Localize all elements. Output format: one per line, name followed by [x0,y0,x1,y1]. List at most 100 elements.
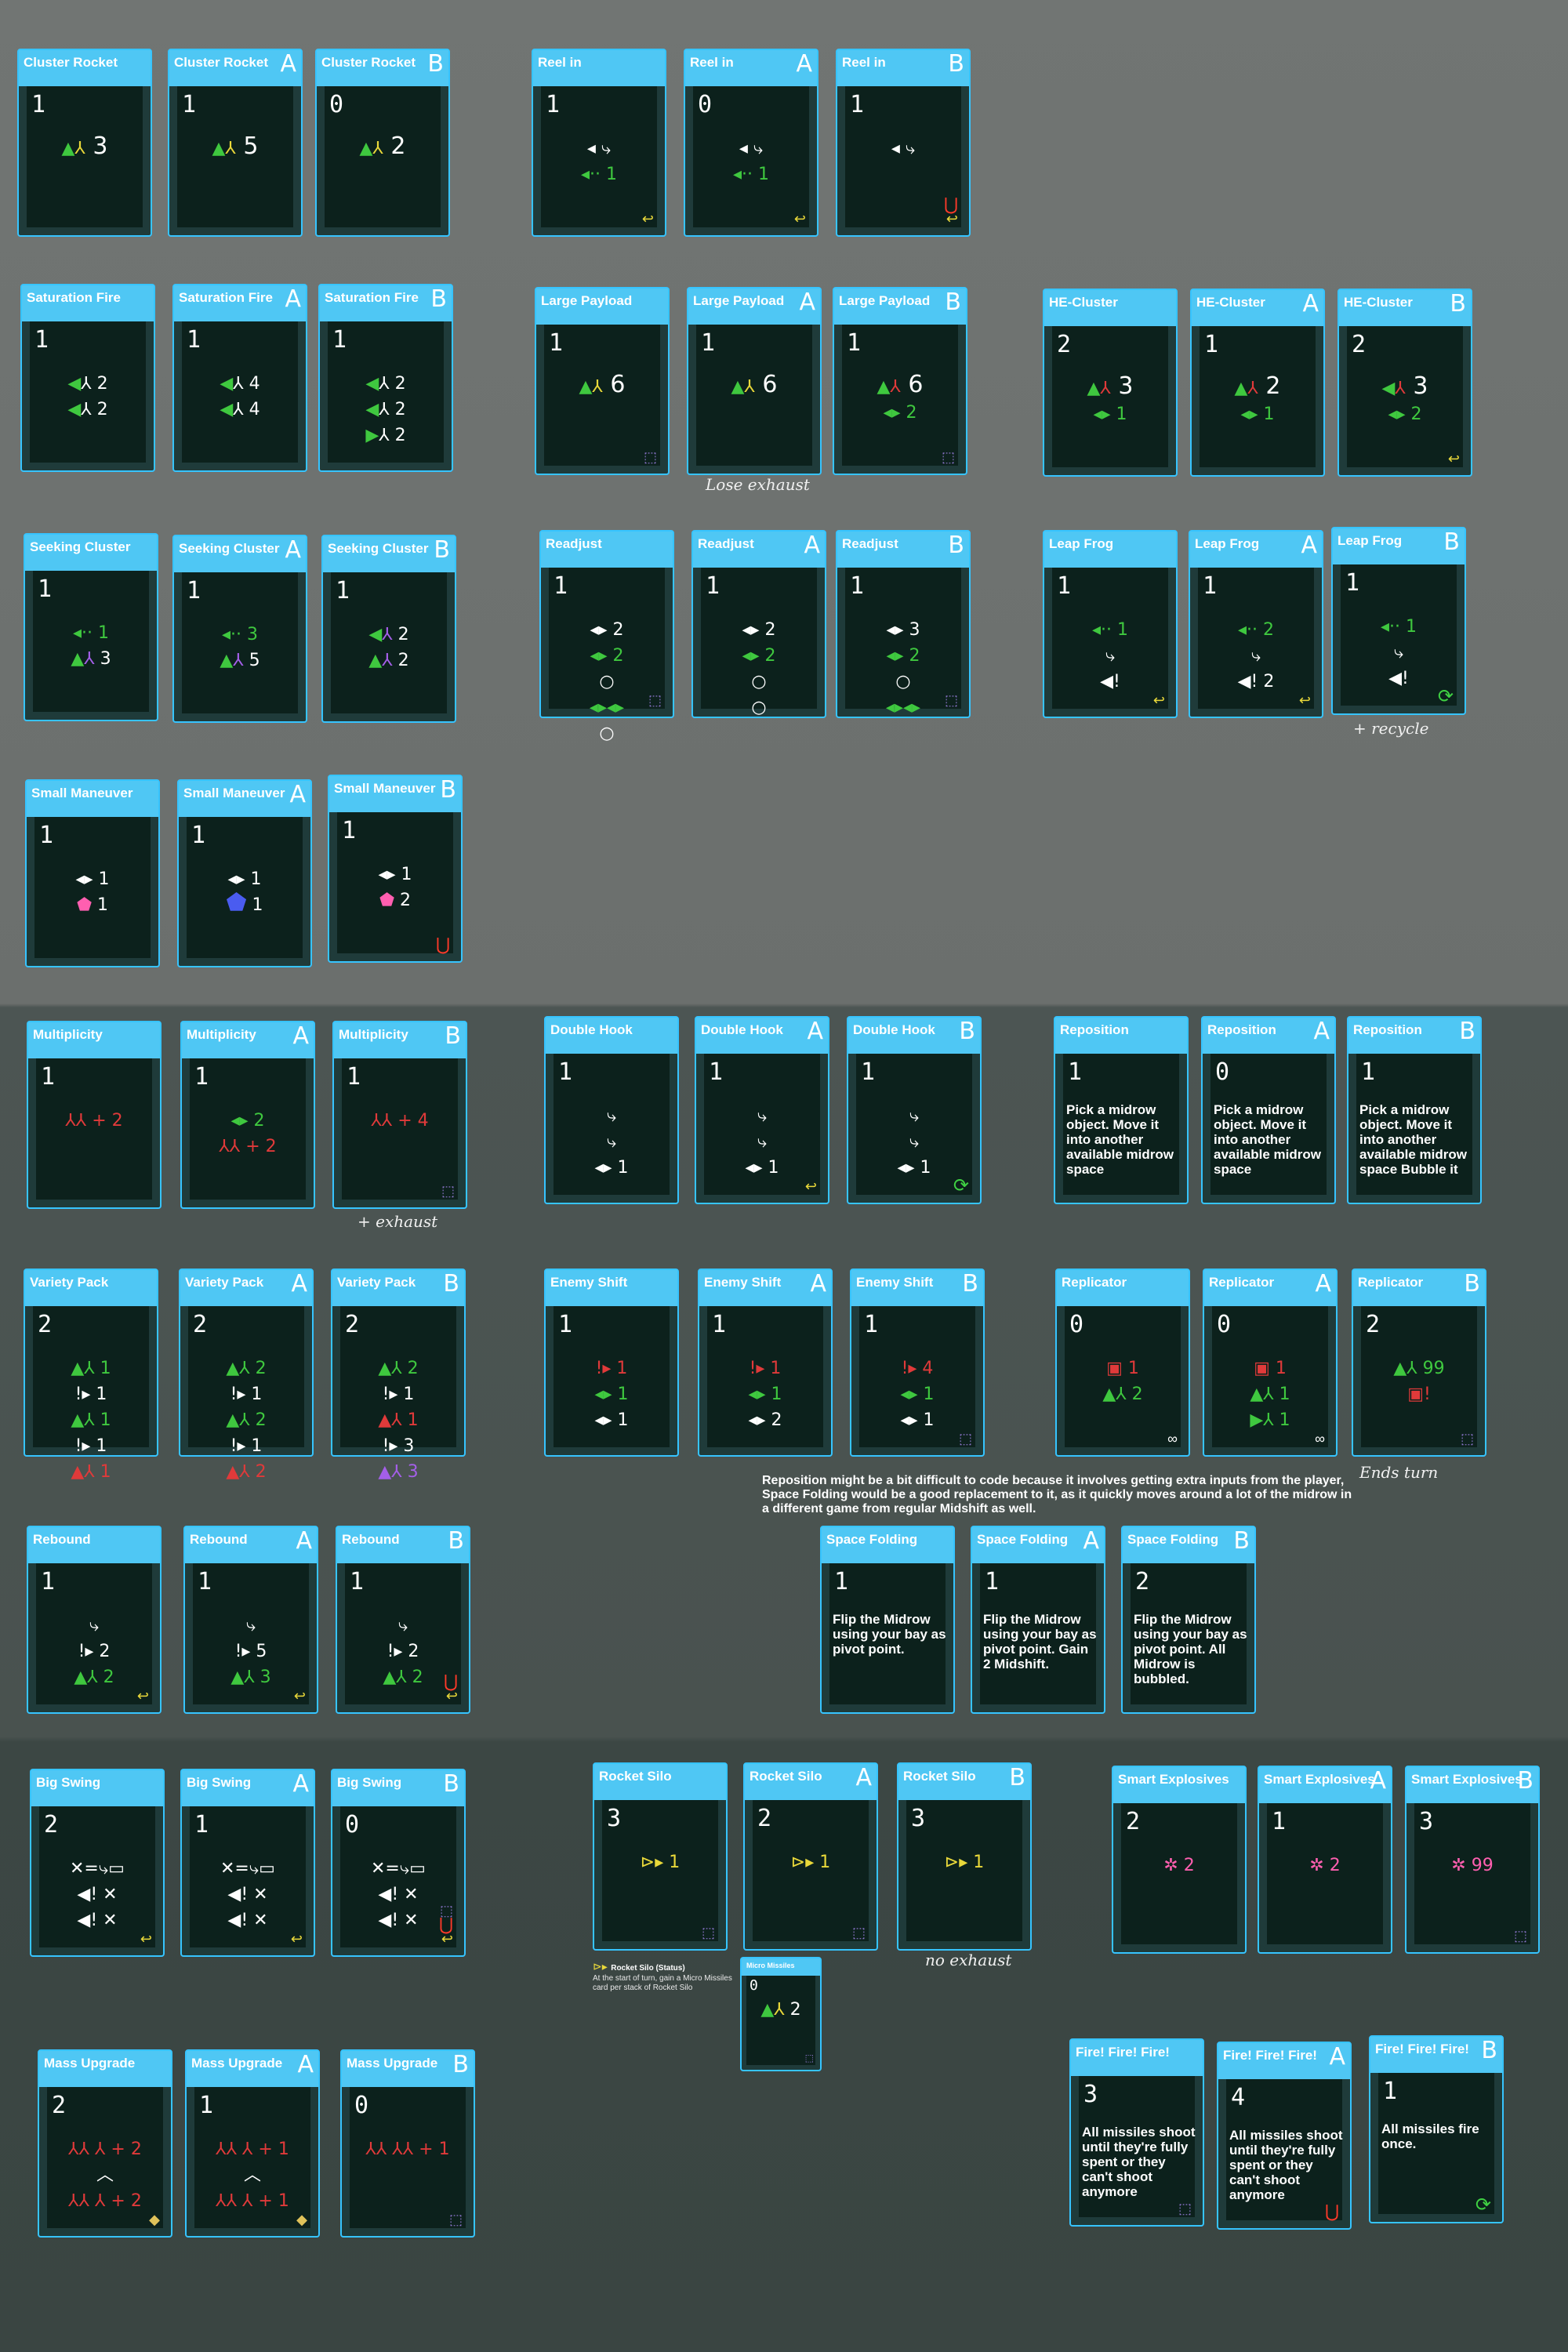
effect-segment: ◂▸ 1 [900,1385,935,1404]
card[interactable]: Large Payload B 1 ▲⅄ 6 ◂▸ 2 ⬚ [833,287,967,475]
card[interactable]: Smart Explosives 2 ✲ 2 [1112,1766,1247,1954]
card[interactable]: Enemy Shift 1 !▸ 1 ◂▸ 1 ◂▸ 1 [544,1269,679,1457]
card[interactable]: HE-Cluster A 1 ▲⅄ 2 ◂▸ 1 [1190,289,1325,477]
card[interactable]: Rocket Silo 3 ⊳▸ 1 ⬚ [593,1762,728,1951]
effect-segment: ◂▸ 2 [883,403,917,423]
card-header: Replicator [1057,1270,1189,1306]
card[interactable]: Leap Frog A 1 ◂·· 2 ⤷ ◀! 2 ↩ [1189,530,1323,718]
card[interactable]: Mass Upgrade A 1 ⅄⅄ ⅄ + 1 ︿ ⅄⅄ ⅄ + 1 ◆ [185,2049,320,2238]
card-header: Variety Pack A [180,1270,312,1306]
card-variant: B [430,285,447,313]
card-cost: 1 [546,91,561,118]
retain-icon: ↩ [140,1931,152,1947]
card[interactable]: Replicator 0 ▣ 1 ▲⅄ 2 ∞ [1055,1269,1190,1457]
card[interactable]: Readjust B 1 ◂▸ 3 ◂▸ 2 ○ ◂▸◂▸ ⬚ [836,530,971,718]
card[interactable]: Saturation Fire B 1 ◀⅄ 2 ◀⅄ 2 ▶⅄ 2 [318,284,453,472]
card[interactable]: Double Hook B 1 ⤷ ⤷ ◂▸ 1 ⟳ [847,1016,982,1204]
card[interactable]: Multiplicity 1 ⅄⅄ + 2 [27,1021,162,1209]
card[interactable]: Enemy Shift B 1 !▸ 4 ◂▸ 1 ◂▸ 1 ⬚ [850,1269,985,1457]
card-title: Reposition [1353,1022,1422,1037]
card[interactable]: Small Maneuver A 1 ◂▸ 1 ⬟ 1 [177,779,312,967]
card[interactable]: Space Folding A 1 Flip the Midrow using you… [971,1526,1105,1714]
card[interactable]: Reel in A 0 ◂ ⤷ ◂·· 1 ↩ [684,49,818,237]
card[interactable]: HE-Cluster B 2 ◀⅄ 3 ◂▸ 2 ↩ [1338,289,1472,477]
effect-segment: ⤷ [757,1132,768,1152]
card[interactable]: Large Payload A 1 ▲⅄ 6 [687,287,822,475]
card[interactable]: Space Folding 1 Flip the Midrow using your… [820,1526,955,1714]
card[interactable]: Variety Pack B 2 ▲⅄ 2 !▸ 1 ▲⅄ 1 !▸ 3 ▲⅄ 3 [331,1269,466,1482]
card-effect: ⅄⅄ ⅄ + 1 ︿ ⅄⅄ ⅄ + 1 [194,2136,310,2213]
card[interactable]: Big Swing A 1 ✕=⤷▭ ◀! ✕ ◀! ✕ ↩ [180,1769,315,1957]
card[interactable]: Fire! Fire! Fire! A 4 All missiles shoot un… [1217,2042,1352,2230]
card[interactable]: Fire! Fire! Fire! 3 All missiles shoot unt… [1069,2038,1204,2227]
card-title: Smart Explosives [1264,1772,1375,1787]
effect-segment: ⅄⅄ ⅄⅄ + 1 [365,2140,450,2159]
card[interactable]: Double Hook 1 ⤷ ⤷ ◂▸ 1 [544,1016,679,1204]
card[interactable]: Seeking Cluster 1 ◂·· 1 ▲⅄ 3 [24,533,158,721]
card[interactable]: Reposition 1 Pick a midrow object. Move it… [1054,1016,1189,1204]
effect-segment: ◂▸ 1 [75,869,110,889]
card[interactable]: Multiplicity A 1 ◂▸ 2 ⅄⅄ + 2 [180,1021,315,1209]
card[interactable]: Cluster Rocket B 0 ▲⅄ 2 [315,49,450,237]
card[interactable]: Readjust 1 ◂▸ 2 ◂▸ 2 ○ ◂▸◂▸ ○ ⬚ [539,530,674,743]
effect-segment: ◂▸ 2 [590,646,624,666]
card[interactable]: Rocket Silo A 2 ⊳▸ 1 ⬚ [743,1762,878,1951]
card[interactable]: Big Swing B 0 ✕=⤷▭ ◀! ✕ ◀! ✕ ⬚ ⋃ ↩ [331,1769,466,1957]
card[interactable]: Replicator A 0 ▣ 1 ▲⅄ 1 ▶⅄ 1 ∞ [1203,1269,1338,1457]
card[interactable]: Double Hook A 1 ⤷ ⤷ ◂▸ 1 ↩ [695,1016,829,1204]
card[interactable]: Leap Frog 1 ◂·· 1 ⤷ ◀! ↩ [1043,530,1178,718]
card[interactable]: Enemy Shift A 1 !▸ 1 ◂▸ 1 ◂▸ 2 [698,1269,833,1457]
card-effect: ⊳▸ 1 [753,1849,869,1875]
card-header: Variety Pack B [332,1270,464,1306]
retain-icon: ↩ [1298,692,1311,708]
card[interactable]: Mass Upgrade 2 ⅄⅄ ⅄ + 2 ︿ ⅄⅄ ⅄ + 2 ◆ [38,2049,172,2238]
card[interactable]: Rebound 1 ⤷ !▸ 2 ▲⅄ 2 ↩ [27,1526,162,1714]
card-variant: A [1315,1270,1331,1298]
card-cost: 0 [1215,1058,1230,1086]
card-title: Rebound [342,1532,400,1547]
card[interactable]: Reel in 1 ◂ ⤷ ◂·· 1 ↩ [532,49,666,237]
card[interactable]: Seeking Cluster B 1 ◀⅄ 2 ▲⅄ 2 [321,535,456,723]
card[interactable]: Space Folding B 2 Flip the Midrow using you… [1121,1526,1256,1714]
card[interactable]: Small Maneuver B 1 ◂▸ 1 ⬟ 2 ⋃ [328,775,463,963]
effect-segment: ◀ [368,625,383,644]
card[interactable]: Cluster Rocket 1 ▲⅄ 3 [17,49,152,237]
card[interactable]: Big Swing 2 ✕=⤷▭ ◀! ✕ ◀! ✕ ↩ [30,1769,165,1957]
card[interactable]: Reposition B 1 Pick a midrow object. Move i… [1347,1016,1482,1204]
card[interactable]: Cluster Rocket A 1 ▲⅄ 5 [168,49,303,237]
card[interactable]: Reel in B 1 ◂ ⤷ ⋃ ↩ [836,49,971,237]
card[interactable]: HE-Cluster 2 ▲⅄ 3 ◂▸ 1 [1043,289,1178,477]
card-title: Variety Pack [185,1275,264,1290]
card[interactable]: Micro Missiles 0 ▲⅄ 2 ⬚ [740,1957,822,2071]
card-header: Rebound A [185,1527,317,1563]
card[interactable]: Saturation Fire 1 ◀⅄ 2 ◀⅄ 2 [20,284,155,472]
card-cost: 4 [1231,2084,1246,2111]
card[interactable]: Mass Upgrade B 0 ⅄⅄ ⅄⅄ + 1 ⬚ [340,2049,475,2238]
card[interactable]: Multiplicity B 1 ⅄⅄ + 4 ⬚ [332,1021,467,1209]
card[interactable]: Leap Frog B 1 ◂·· 1 ⤷ ◀! ⟳ [1331,527,1466,715]
card[interactable]: Smart Explosives B 3 ✲ 99 ⬚ [1405,1766,1540,1954]
card-header: Reposition B [1348,1018,1480,1054]
card[interactable]: Fire! Fire! Fire! B 1 All missiles fire onc… [1369,2035,1504,2223]
card[interactable]: Rebound B 1 ⤷ !▸ 2 ▲⅄ 2 ⋃ ↩ [336,1526,470,1714]
card-variant: B [1517,1767,1534,1795]
card[interactable]: Seeking Cluster A 1 ◂·· 3 ▲⅄ 5 [172,535,307,723]
card[interactable]: Saturation Fire A 1 ◀⅄ 4 ◀⅄ 4 [172,284,307,472]
card[interactable]: Large Payload 1 ▲⅄ 6 ⬚ [535,287,670,475]
card-variant: B [443,1270,459,1298]
card[interactable]: Variety Pack A 2 ▲⅄ 2 !▸ 1 ▲⅄ 2 !▸ 1 ▲⅄ 2 [179,1269,314,1482]
card-text: All missiles shoot until they're fully s… [1229,2128,1343,2202]
card[interactable]: Rebound A 1 ⤷ !▸ 5 ▲⅄ 3 ↩ [183,1526,318,1714]
card-cost: 0 [1069,1311,1084,1338]
card-title: Variety Pack [30,1275,109,1290]
card[interactable]: Small Maneuver 1 ◂▸ 1 ⬟ 1 [25,779,160,967]
card[interactable]: Readjust A 1 ◂▸ 2 ◂▸ 2 ○ ○ [691,530,826,718]
card-effect: ▲⅄ 2 [325,135,441,161]
card-cost: 1 [850,572,865,600]
card[interactable]: Replicator B 2 ▲⅄ 99 ▣! ⬚ [1352,1269,1486,1457]
card[interactable]: Variety Pack 2 ▲⅄ 1 !▸ 1 ▲⅄ 1 !▸ 1 ▲⅄ 1 [24,1269,158,1482]
card[interactable]: Smart Explosives A 1 ✲ 2 [1258,1766,1392,1954]
card[interactable]: Reposition A 0 Pick a midrow object. Move i… [1201,1016,1336,1204]
card-effect: ▲⅄ 5 [177,135,293,161]
card[interactable]: Rocket Silo B 3 ⊳▸ 1 [897,1762,1032,1951]
